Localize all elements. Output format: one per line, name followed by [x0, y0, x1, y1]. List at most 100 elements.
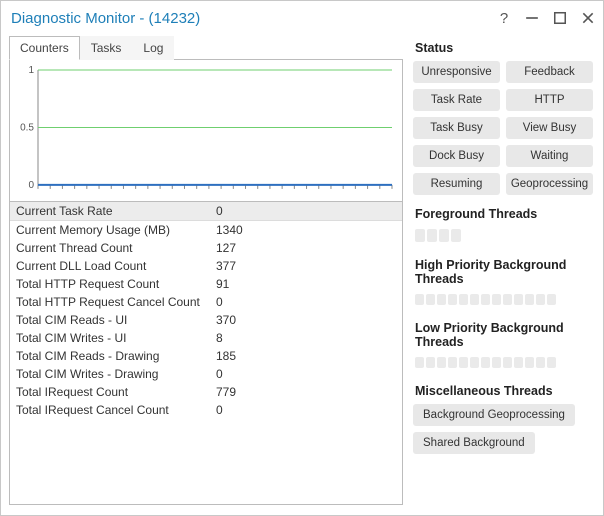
counter-row: Current Memory Usage (MB)1340	[10, 221, 402, 239]
thread-indicator	[492, 357, 501, 368]
tab-bar: Counters Tasks Log	[9, 35, 403, 60]
low-bg-threads-heading: Low Priority Background Threads	[415, 321, 593, 349]
thread-indicator	[525, 357, 534, 368]
thread-indicator	[448, 294, 457, 305]
misc-button-shared-background[interactable]: Shared Background	[413, 432, 535, 454]
counter-row: Current Task Rate0	[10, 202, 402, 221]
content-area: Counters Tasks Log 00.51 Current Task Ra…	[1, 33, 603, 515]
thread-indicator	[439, 229, 449, 242]
counter-row: Total CIM Writes - Drawing0	[10, 365, 402, 383]
tab-tasks[interactable]: Tasks	[80, 36, 133, 60]
counters-table: Current Task Rate0Current Memory Usage (…	[9, 202, 403, 505]
thread-indicator	[415, 357, 424, 368]
status-button-dock-busy[interactable]: Dock Busy	[413, 145, 500, 167]
thread-indicator	[470, 357, 479, 368]
status-button-grid: Unresponsive Feedback Task Rate HTTP Task Bu…	[413, 61, 593, 195]
counter-label: Total CIM Writes - Drawing	[16, 367, 216, 381]
counter-row: Total CIM Reads - UI370	[10, 311, 402, 329]
foreground-threads-heading: Foreground Threads	[415, 207, 593, 221]
counter-value: 8	[216, 331, 396, 345]
thread-indicator	[437, 294, 446, 305]
tab-counters[interactable]: Counters	[9, 36, 80, 60]
status-button-feedback[interactable]: Feedback	[506, 61, 593, 83]
status-button-resuming[interactable]: Resuming	[413, 173, 500, 195]
thread-indicator	[415, 229, 425, 242]
minimize-icon[interactable]	[525, 11, 539, 25]
thread-indicator	[459, 294, 468, 305]
counter-row: Total HTTP Request Cancel Count0	[10, 293, 402, 311]
counter-row: Total CIM Reads - Drawing185	[10, 347, 402, 365]
counter-label: Current Memory Usage (MB)	[16, 223, 216, 237]
counter-label: Total CIM Reads - Drawing	[16, 349, 216, 363]
foreground-thread-indicators	[415, 229, 593, 242]
counter-row: Current Thread Count127	[10, 239, 402, 257]
counter-label: Total CIM Writes - UI	[16, 331, 216, 345]
counter-value: 0	[216, 403, 396, 417]
counter-label: Total HTTP Request Count	[16, 277, 216, 291]
counter-value: 185	[216, 349, 396, 363]
thread-indicator	[426, 294, 435, 305]
counter-label: Current DLL Load Count	[16, 259, 216, 273]
counter-row: Current DLL Load Count377	[10, 257, 402, 275]
misc-thread-buttons: Background Geoprocessing Shared Backgroun…	[413, 404, 593, 454]
thread-indicator	[547, 357, 556, 368]
high-bg-thread-indicators	[415, 294, 593, 305]
thread-indicator	[514, 294, 523, 305]
counter-value: 1340	[216, 223, 396, 237]
svg-text:0: 0	[28, 180, 34, 191]
thread-indicator	[503, 357, 512, 368]
counter-value: 0	[216, 295, 396, 309]
counter-label: Current Task Rate	[16, 204, 216, 218]
counter-label: Current Thread Count	[16, 241, 216, 255]
tab-log[interactable]: Log	[132, 36, 174, 60]
left-panel: Counters Tasks Log 00.51 Current Task Ra…	[9, 35, 403, 505]
thread-indicator	[448, 357, 457, 368]
status-heading: Status	[415, 41, 593, 55]
status-button-waiting[interactable]: Waiting	[506, 145, 593, 167]
help-icon[interactable]: ?	[497, 11, 511, 25]
status-button-task-rate[interactable]: Task Rate	[413, 89, 500, 111]
thread-indicator	[459, 357, 468, 368]
status-button-view-busy[interactable]: View Busy	[506, 117, 593, 139]
chart-container: 00.51	[9, 60, 403, 202]
counter-label: Total CIM Reads - UI	[16, 313, 216, 327]
status-button-unresponsive[interactable]: Unresponsive	[413, 61, 500, 83]
counter-row: Total CIM Writes - UI8	[10, 329, 402, 347]
counter-row: Total IRequest Count779	[10, 383, 402, 401]
thread-indicator	[525, 294, 534, 305]
counter-value: 377	[216, 259, 396, 273]
status-button-http[interactable]: HTTP	[506, 89, 593, 111]
thread-indicator	[437, 357, 446, 368]
counter-label: Total IRequest Cancel Count	[16, 403, 216, 417]
maximize-icon[interactable]	[553, 11, 567, 25]
thread-indicator	[503, 294, 512, 305]
low-bg-thread-indicators	[415, 357, 593, 368]
close-icon[interactable]	[581, 11, 595, 25]
window-title: Diagnostic Monitor - (14232)	[11, 10, 497, 27]
status-button-geoprocessing[interactable]: Geoprocessing	[506, 173, 593, 195]
thread-indicator	[451, 229, 461, 242]
svg-text:0.5: 0.5	[20, 122, 34, 133]
misc-button-background-geoprocessing[interactable]: Background Geoprocessing	[413, 404, 575, 426]
counter-value: 0	[216, 367, 396, 381]
thread-indicator	[470, 294, 479, 305]
thread-indicator	[427, 229, 437, 242]
counter-value: 0	[216, 204, 396, 218]
status-button-task-busy[interactable]: Task Busy	[413, 117, 500, 139]
thread-indicator	[481, 357, 490, 368]
counter-value: 127	[216, 241, 396, 255]
counter-row: Total HTTP Request Count91	[10, 275, 402, 293]
thread-indicator	[481, 294, 490, 305]
window-buttons: ?	[497, 11, 595, 25]
thread-indicator	[536, 357, 545, 368]
thread-indicator	[426, 357, 435, 368]
high-bg-threads-heading: High Priority Background Threads	[415, 258, 593, 286]
title-bar: Diagnostic Monitor - (14232) ?	[1, 1, 603, 33]
misc-threads-heading: Miscellaneous Threads	[415, 384, 593, 398]
counter-value: 370	[216, 313, 396, 327]
thread-indicator	[492, 294, 501, 305]
thread-indicator	[415, 294, 424, 305]
task-rate-chart: 00.51	[16, 64, 396, 199]
right-panel: Status Unresponsive Feedback Task Rate HTTP…	[413, 35, 593, 505]
counter-value: 91	[216, 277, 396, 291]
